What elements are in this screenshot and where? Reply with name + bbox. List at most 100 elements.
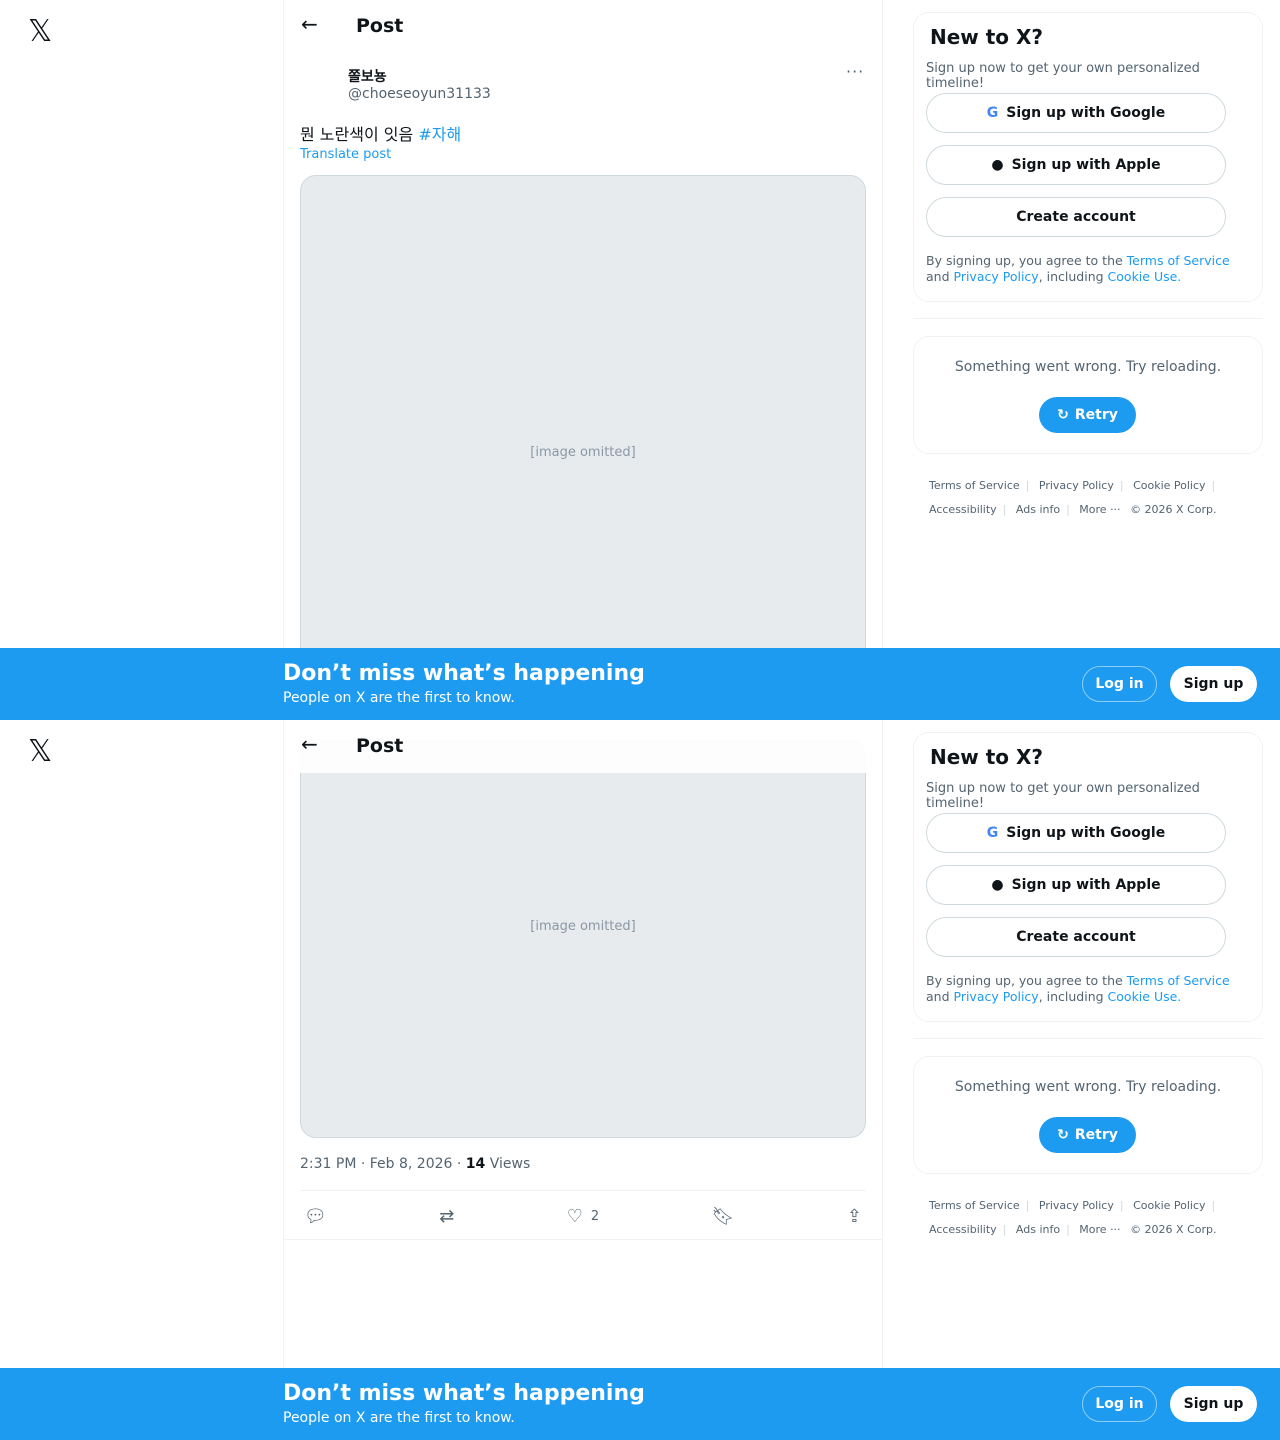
cookie-link[interactable]: Cookie Use.	[1108, 989, 1182, 1004]
post-time[interactable]: 2:31 PM · Feb 8, 2026 ·	[300, 1156, 466, 1172]
signup-apple-label: Sign up with Apple	[1011, 877, 1161, 893]
back-arrow-icon[interactable]: ←	[301, 732, 318, 756]
post-meta: 2:31 PM · Feb 8, 2026 · 14 Views	[300, 1156, 530, 1172]
sidebar-divider	[913, 1038, 1263, 1039]
error-card: Something went wrong. Try reloading. ↻ R…	[913, 336, 1263, 454]
views-count: 14	[465, 1156, 486, 1172]
signup-card: New to X? Sign up now to get your own pe…	[913, 732, 1263, 1022]
views-label: Views	[485, 1156, 531, 1172]
like-button[interactable]: ♡ 2	[567, 1206, 599, 1227]
x-logo-icon[interactable]: 𝕏	[28, 14, 52, 49]
create-account-button[interactable]: Create account	[926, 917, 1226, 957]
legal-prefix: By signing up, you agree to the	[926, 253, 1127, 268]
footer-cookie[interactable]: Cookie Policy	[1133, 1199, 1205, 1212]
footer-accessibility[interactable]: Accessibility	[929, 1223, 997, 1236]
login-button[interactable]: Log in	[1082, 666, 1157, 702]
repost-icon[interactable]: ⇄	[439, 1206, 454, 1227]
legal-and: and	[926, 269, 954, 284]
more-options-icon[interactable]: ···	[846, 62, 864, 81]
signup-button[interactable]: Sign up	[1170, 1386, 1257, 1422]
login-banner: Don’t miss what’s happening People on X …	[0, 648, 1280, 720]
signup-subtitle: Sign up now to get your own personalized…	[926, 781, 1200, 811]
footer-copyright: © 2026 X Corp.	[1130, 503, 1217, 516]
banner-title: Don’t miss what’s happening	[283, 1381, 645, 1406]
banner-subtitle: People on X are the first to know.	[283, 1410, 515, 1426]
apple-icon: ●	[991, 157, 1004, 173]
google-icon: G	[986, 105, 999, 121]
like-count: 2	[590, 1208, 600, 1224]
privacy-link[interactable]: Privacy Policy	[954, 269, 1039, 284]
page-title: Post	[356, 735, 404, 757]
apple-icon: ●	[991, 877, 1004, 893]
footer-copyright: © 2026 X Corp.	[1130, 1223, 1217, 1236]
back-arrow-icon[interactable]: ←	[301, 12, 318, 36]
heart-icon: ♡	[566, 1205, 583, 1227]
meta-divider	[300, 1190, 866, 1191]
viewport-frame-top: 𝕏 ← Post 쫄보뇽 @choeseoyun31133 ··· 뭔 노란색이…	[0, 0, 1280, 720]
signup-google-label: Sign up with Google	[1006, 105, 1166, 121]
media-placeholder-note: [image omitted]	[530, 445, 636, 461]
retry-label: Retry	[1074, 1127, 1118, 1143]
retry-button[interactable]: ↻ Retry	[1039, 1117, 1136, 1153]
post-header: ← Post	[284, 0, 882, 53]
google-icon: G	[986, 825, 999, 841]
viewport-frame-bottom: 𝕏 ← Post [image omitted] 2:31 PM · Feb 8…	[0, 720, 1280, 1440]
footer-more[interactable]: More ···	[1079, 1223, 1120, 1236]
error-message: Something went wrong. Try reloading.	[954, 1079, 1222, 1095]
primary-column: ← Post 쫄보뇽 @choeseoyun31133 ··· 뭔 노란색이 잇…	[283, 0, 883, 720]
footer-ads[interactable]: Ads info	[1016, 503, 1060, 516]
cookie-link[interactable]: Cookie Use.	[1108, 269, 1182, 284]
actions-divider	[284, 1239, 882, 1240]
translate-post-link[interactable]: Translate post	[300, 147, 391, 162]
post-media-placeholder[interactable]: [image omitted]	[300, 175, 866, 720]
signup-apple-label: Sign up with Apple	[1011, 157, 1161, 173]
author-name[interactable]: 쫄보뇽	[348, 66, 387, 86]
x-logo-icon[interactable]: 𝕏	[28, 734, 52, 769]
login-button[interactable]: Log in	[1082, 1386, 1157, 1422]
reply-icon[interactable]: 💬︎	[304, 1206, 327, 1227]
privacy-link[interactable]: Privacy Policy	[954, 989, 1039, 1004]
footer-links: Terms of Service | Privacy Policy | Cookie…	[929, 479, 1217, 516]
post-media-placeholder[interactable]: [image omitted]	[300, 740, 866, 1138]
footer-links: Terms of Service | Privacy Policy | Cookie…	[929, 1199, 1217, 1236]
hashtag-link[interactable]: #자해	[418, 125, 461, 144]
footer-terms[interactable]: Terms of Service	[929, 479, 1020, 492]
terms-link[interactable]: Terms of Service	[1127, 253, 1230, 268]
footer-more[interactable]: More ···	[1079, 503, 1120, 516]
share-icon[interactable]: ⇪	[847, 1206, 862, 1227]
signup-google-button[interactable]: G Sign up with Google	[926, 813, 1226, 853]
footer-privacy[interactable]: Privacy Policy	[1039, 479, 1114, 492]
signup-legal-text: By signing up, you agree to the Terms of…	[926, 973, 1256, 1005]
signup-button[interactable]: Sign up	[1170, 666, 1257, 702]
banner-subtitle: People on X are the first to know.	[283, 690, 515, 706]
signup-google-label: Sign up with Google	[1006, 825, 1166, 841]
signup-google-button[interactable]: G Sign up with Google	[926, 93, 1226, 133]
terms-link[interactable]: Terms of Service	[1127, 973, 1230, 988]
signup-legal-text: By signing up, you agree to the Terms of…	[926, 253, 1256, 285]
author-handle[interactable]: @choeseoyun31133	[348, 86, 491, 102]
refresh-icon: ↻	[1057, 407, 1069, 423]
error-message: Something went wrong. Try reloading.	[954, 359, 1222, 375]
page-title: Post	[356, 15, 404, 37]
bookmark-icon[interactable]: 🔖︎	[712, 1206, 735, 1227]
footer-terms[interactable]: Terms of Service	[929, 1199, 1020, 1212]
footer-ads[interactable]: Ads info	[1016, 1223, 1060, 1236]
media-placeholder-note: [image omitted]	[530, 919, 636, 935]
legal-including: , including	[1038, 269, 1108, 284]
signup-apple-button[interactable]: ● Sign up with Apple	[926, 145, 1226, 185]
footer-cookie[interactable]: Cookie Policy	[1133, 479, 1205, 492]
retry-button[interactable]: ↻ Retry	[1039, 397, 1136, 433]
refresh-icon: ↻	[1057, 1127, 1069, 1143]
signup-apple-button[interactable]: ● Sign up with Apple	[926, 865, 1226, 905]
footer-accessibility[interactable]: Accessibility	[929, 503, 997, 516]
error-card: Something went wrong. Try reloading. ↻ R…	[913, 1056, 1263, 1174]
post-header: ← Post	[284, 720, 882, 773]
primary-column: ← Post [image omitted] 2:31 PM · Feb 8, …	[283, 720, 883, 1440]
post-body: 뭔 노란색이 잇음	[300, 125, 419, 144]
create-account-button[interactable]: Create account	[926, 197, 1226, 237]
login-banner: Don’t miss what’s happening People on X …	[0, 1368, 1280, 1440]
post-text: 뭔 노란색이 잇음 #자해	[300, 121, 461, 145]
footer-privacy[interactable]: Privacy Policy	[1039, 1199, 1114, 1212]
signup-card: New to X? Sign up now to get your own pe…	[913, 12, 1263, 302]
legal-including: , including	[1038, 989, 1108, 1004]
